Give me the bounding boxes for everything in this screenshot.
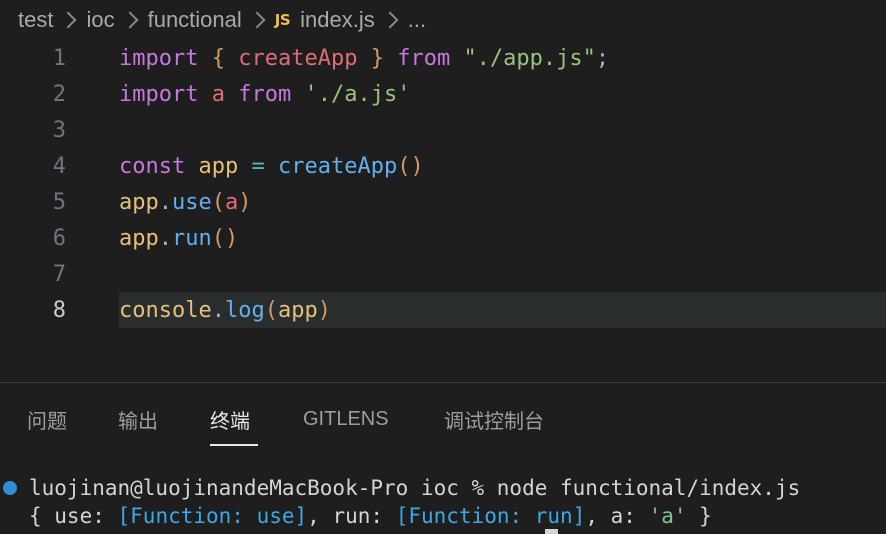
code-text: app. use(a) (119, 184, 886, 220)
terminal-line: luojinan@luojinandeMacBook-Pro ioc % nod… (0, 473, 800, 503)
token: ) (317, 297, 331, 323)
token: run (172, 225, 212, 251)
breadcrumb-item-ioc[interactable]: ioc (86, 7, 114, 33)
token: . (158, 225, 172, 251)
token: "./app.js" (463, 45, 596, 71)
code-line[interactable]: 5 app. use(a) (0, 184, 886, 220)
line-number: 6 (52, 225, 66, 251)
token: ) (238, 189, 252, 215)
token: a (211, 81, 225, 107)
code-line[interactable]: 6 app. run() (0, 220, 886, 256)
chevron-right-icon (248, 11, 266, 29)
terminal-command: luojinan@luojinandeMacBook-Pro ioc % nod… (29, 476, 801, 500)
active-tab-indicator (210, 444, 258, 446)
code-line[interactable]: 7 (0, 256, 886, 292)
javascript-file-icon: JS (274, 11, 291, 29)
panel-tabs: 问题 输出 终端 GITLENS 调试控制台 (0, 396, 886, 446)
token: console (119, 297, 212, 323)
terminal-output: } (686, 504, 712, 528)
code-text: app. run() (119, 220, 886, 256)
breadcrumb-more[interactable]: ... (408, 7, 426, 33)
line-number: 5 (52, 189, 66, 215)
token: () (211, 225, 239, 251)
chevron-right-icon (121, 11, 139, 29)
token: ( (211, 189, 225, 215)
breadcrumb-item-test[interactable]: test (18, 7, 53, 33)
token: createApp (238, 45, 358, 71)
token: app (277, 297, 318, 323)
code-text: console. log(app) (119, 292, 886, 328)
code-text: const app = createApp() (119, 148, 886, 184)
terminal-output: 'a' (648, 504, 687, 528)
code-line[interactable]: 1 import { createApp } from "./app.js"; (0, 40, 886, 76)
token: } (370, 45, 384, 71)
breadcrumb: test ioc functional JS index.js ... (0, 0, 886, 40)
breadcrumb-item-file[interactable]: index.js (300, 7, 375, 33)
breadcrumb-item-functional[interactable]: functional (148, 7, 242, 33)
token: . (158, 189, 172, 215)
token: ( (264, 297, 278, 323)
terminal-output: [Function: run] (395, 504, 586, 528)
code-line[interactable]: 2 import a from './a.js' (0, 76, 886, 112)
token: import (119, 45, 199, 71)
token: { (211, 45, 225, 71)
line-number: 7 (52, 261, 66, 287)
code-line[interactable]: 3 (0, 112, 886, 148)
line-number: 2 (52, 81, 66, 107)
token: createApp (277, 153, 398, 179)
command-status-icon[interactable] (3, 481, 17, 495)
tab-output[interactable]: 输出 (118, 396, 158, 442)
terminal-output: , a: (585, 504, 649, 528)
code-editor[interactable]: 1 import { createApp } from "./app.js"; … (0, 40, 886, 382)
token: () (397, 153, 424, 179)
terminal-output: [Function: use] (117, 504, 308, 528)
terminal-cursor (545, 529, 558, 534)
tab-terminal[interactable]: 终端 (210, 396, 250, 442)
line-number: 4 (52, 153, 66, 179)
token: from (397, 45, 451, 71)
token: import (119, 81, 199, 107)
code-line-active[interactable]: 8 console. log(app) (0, 292, 886, 328)
token: const (119, 153, 186, 179)
line-number: 3 (52, 117, 66, 143)
token: ; (595, 45, 610, 71)
token: app (198, 153, 239, 179)
terminal-output: , run: (307, 504, 396, 528)
tab-debug-console[interactable]: 调试控制台 (444, 396, 544, 442)
code-text: import a from './a.js' (119, 76, 886, 112)
token: app (119, 189, 159, 215)
token: log (224, 297, 265, 323)
line-number: 1 (52, 45, 66, 71)
tab-gitlens[interactable]: GITLENS (303, 396, 389, 442)
code-line[interactable]: 4 const app = createApp() (0, 148, 886, 184)
token: a (225, 189, 239, 215)
token: './a.js' (304, 81, 411, 107)
line-number: 8 (52, 297, 66, 323)
tab-problems[interactable]: 问题 (27, 396, 67, 442)
code-text: import { createApp } from "./app.js"; (119, 40, 886, 76)
terminal-line: { use: [Function: use], run: [Function: … (29, 501, 712, 531)
chevron-right-icon (59, 11, 77, 29)
token: . (211, 297, 225, 323)
chevron-right-icon (381, 11, 399, 29)
terminal-output: { use: (29, 504, 118, 528)
panel-divider[interactable] (0, 382, 886, 383)
token: app (119, 225, 159, 251)
token: from (238, 81, 292, 107)
token: = (251, 153, 265, 179)
token: use (172, 189, 212, 215)
terminal[interactable]: luojinan@luojinandeMacBook-Pro ioc % nod… (0, 472, 886, 534)
